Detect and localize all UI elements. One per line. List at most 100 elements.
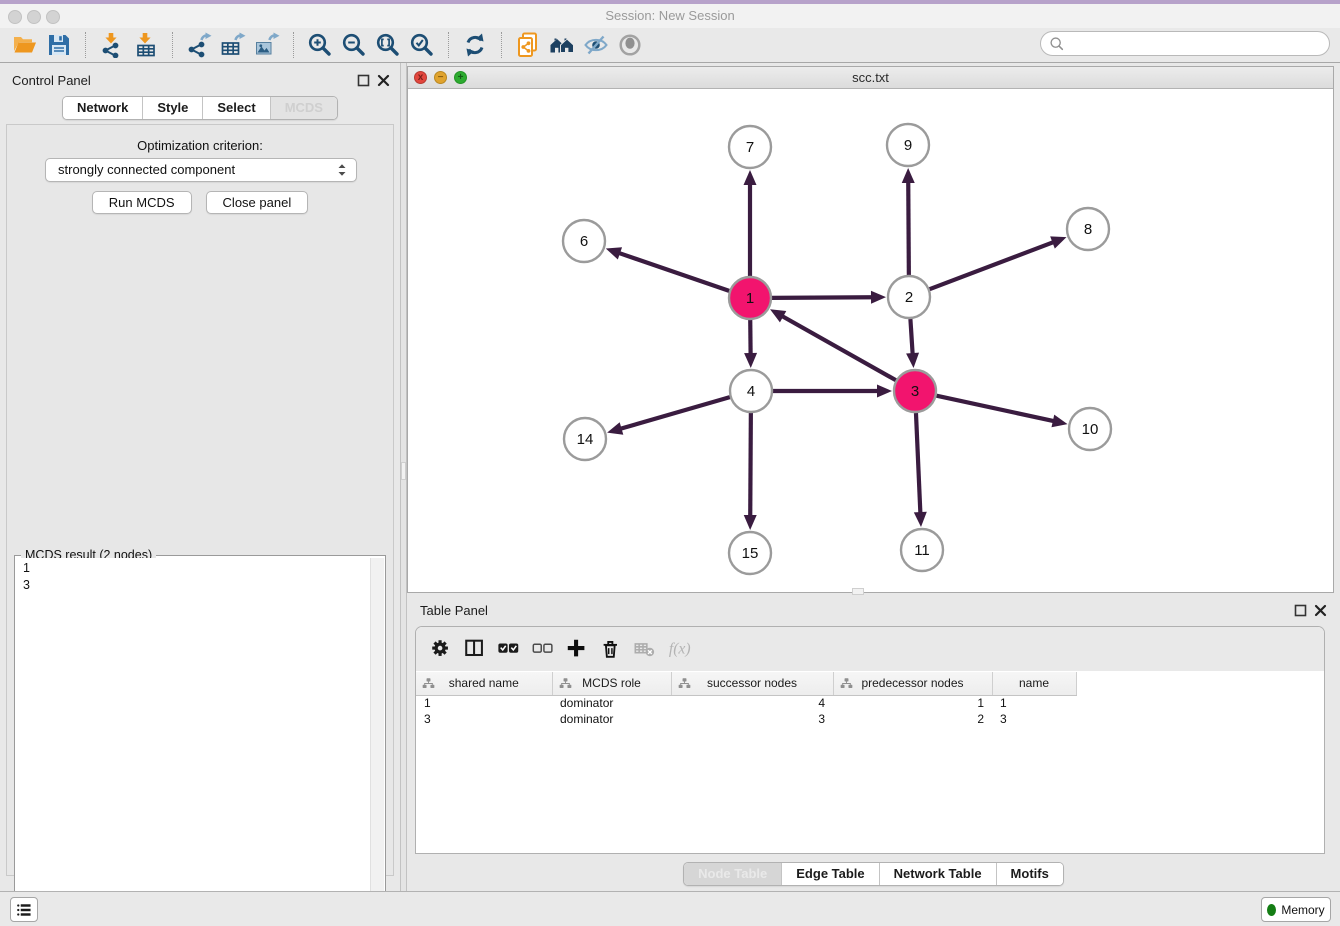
node-table[interactable]: shared nameMCDS rolesuccessor nodesprede… <box>416 672 1324 853</box>
tab-edge-table[interactable]: Edge Table <box>781 863 878 885</box>
network-window-titlebar[interactable]: x − + scc.txt <box>408 67 1333 89</box>
toolbar-separator <box>293 32 294 58</box>
tab-node-table[interactable]: Node Table <box>684 863 781 885</box>
application-window: Session: New Session Control Panel Netwo… <box>0 0 1340 926</box>
table-cell[interactable]: 3 <box>671 711 833 727</box>
run-mcds-button[interactable]: Run MCDS <box>92 191 192 214</box>
hide-panel-button[interactable] <box>579 30 613 60</box>
export-image-icon <box>254 32 280 58</box>
graph-node-9[interactable]: 9 <box>887 124 929 166</box>
tab-style[interactable]: Style <box>142 97 202 119</box>
select-all-button[interactable] <box>494 634 524 664</box>
graph-node-3[interactable]: 3 <box>894 370 936 412</box>
column-header-successor-nodes[interactable]: successor nodes <box>671 672 833 695</box>
graph-edge-1-6[interactable] <box>606 247 729 291</box>
graph-node-4[interactable]: 4 <box>730 370 772 412</box>
graph-node-11[interactable]: 11 <box>901 529 943 571</box>
graph-edge-2-8[interactable] <box>930 236 1067 289</box>
graph-edge-4-3[interactable] <box>773 385 892 398</box>
graph-edge-3-10[interactable] <box>936 396 1067 428</box>
status-bar: Memory <box>0 891 1340 926</box>
table-cell[interactable]: dominator <box>552 711 671 727</box>
add-column-button[interactable] <box>562 634 592 664</box>
refresh-button[interactable] <box>458 30 492 60</box>
table-cell[interactable]: 1 <box>833 695 992 711</box>
delete-column-button[interactable] <box>596 634 626 664</box>
zoom-in-button[interactable] <box>303 30 337 60</box>
zoom-out-button[interactable] <box>337 30 371 60</box>
search-input[interactable] <box>1064 34 1329 54</box>
table-cell[interactable]: 1 <box>416 695 552 711</box>
optimization-criterion-label: Optimization criterion: <box>7 138 393 153</box>
table-cell[interactable]: 2 <box>833 711 992 727</box>
search-box[interactable] <box>1040 31 1330 56</box>
close-table-panel-icon[interactable] <box>1314 604 1327 617</box>
horizontal-splitter-handle[interactable] <box>852 588 864 595</box>
table-cell[interactable]: 1 <box>992 695 1076 711</box>
graph-node-2[interactable]: 2 <box>888 276 930 318</box>
graph-node-8[interactable]: 8 <box>1067 208 1109 250</box>
graph-node-6[interactable]: 6 <box>563 220 605 262</box>
graph-edge-1-4[interactable] <box>744 320 757 368</box>
settings-gear-button[interactable] <box>426 634 456 664</box>
graph-edge-3-11[interactable] <box>914 413 927 527</box>
memory-button[interactable]: Memory <box>1261 897 1331 922</box>
tab-network[interactable]: Network <box>63 97 142 119</box>
close-panel-icon[interactable] <box>377 74 390 87</box>
deselect-all-button[interactable] <box>528 634 558 664</box>
tab-select[interactable]: Select <box>202 97 269 119</box>
zoom-fit-button[interactable] <box>371 30 405 60</box>
export-image-button[interactable] <box>250 30 284 60</box>
mcds-result-list[interactable]: 13 <box>16 558 370 926</box>
graph-node-label: 6 <box>580 233 588 250</box>
column-header-name[interactable]: name <box>992 672 1076 695</box>
graph-edge-1-7[interactable] <box>744 170 757 276</box>
open-session-button[interactable] <box>8 30 42 60</box>
graph-edge-2-9[interactable] <box>902 168 915 275</box>
graph-node-7[interactable]: 7 <box>729 126 771 168</box>
show-log-button[interactable] <box>10 897 38 922</box>
tab-motifs[interactable]: Motifs <box>996 863 1063 885</box>
vertical-splitter[interactable] <box>400 63 407 891</box>
graph-node-10[interactable]: 10 <box>1069 408 1111 450</box>
table-cell[interactable]: 4 <box>671 695 833 711</box>
graph-node-1[interactable]: 1 <box>729 277 771 319</box>
graph-edge-4-15[interactable] <box>744 413 757 530</box>
graph-edge-2-3[interactable] <box>906 319 919 368</box>
table-cell[interactable]: 3 <box>416 711 552 727</box>
float-table-panel-icon[interactable] <box>1294 604 1307 617</box>
mcds-result-item[interactable]: 3 <box>23 577 370 594</box>
search-icon <box>1049 36 1064 51</box>
graph-node-15[interactable]: 15 <box>729 532 771 574</box>
save-session-button[interactable] <box>42 30 76 60</box>
zoom-out-icon <box>341 32 367 58</box>
graph-edge-4-14[interactable] <box>607 397 730 435</box>
export-table-button[interactable] <box>216 30 250 60</box>
home-button[interactable] <box>545 30 579 60</box>
optimization-criterion-select[interactable]: strongly connected component <box>45 158 357 182</box>
table-row[interactable]: 3dominator323 <box>416 711 1076 727</box>
column-header-shared-name[interactable]: shared name <box>416 672 552 695</box>
graph-edge-1-2[interactable] <box>772 291 886 304</box>
split-panel-button[interactable] <box>460 634 490 664</box>
column-header-MCDS-role[interactable]: MCDS role <box>552 672 671 695</box>
export-network-button[interactable] <box>182 30 216 60</box>
table-cell[interactable]: dominator <box>552 695 671 711</box>
zoom-selected-button[interactable] <box>405 30 439 60</box>
clone-network-button[interactable] <box>511 30 545 60</box>
table-cell[interactable]: 3 <box>992 711 1076 727</box>
tab-mcds[interactable]: MCDS <box>270 97 337 119</box>
table-row[interactable]: 1dominator411 <box>416 695 1076 711</box>
graph-node-14[interactable]: 14 <box>564 418 606 460</box>
result-scrollbar[interactable] <box>370 558 384 926</box>
column-header-predecessor-nodes[interactable]: predecessor nodes <box>833 672 992 695</box>
import-table-button[interactable] <box>129 30 163 60</box>
float-panel-icon[interactable] <box>357 74 370 87</box>
tab-network-table[interactable]: Network Table <box>879 863 996 885</box>
close-panel-button[interactable]: Close panel <box>206 191 309 214</box>
import-network-button[interactable] <box>95 30 129 60</box>
mcds-result-item[interactable]: 1 <box>23 560 370 577</box>
network-canvas[interactable]: 7 9 6 8 1 2 4 3 14 10 15 11 <box>408 89 1333 592</box>
splitter-handle[interactable] <box>401 462 406 480</box>
graph-edge-3-1[interactable] <box>770 309 896 380</box>
